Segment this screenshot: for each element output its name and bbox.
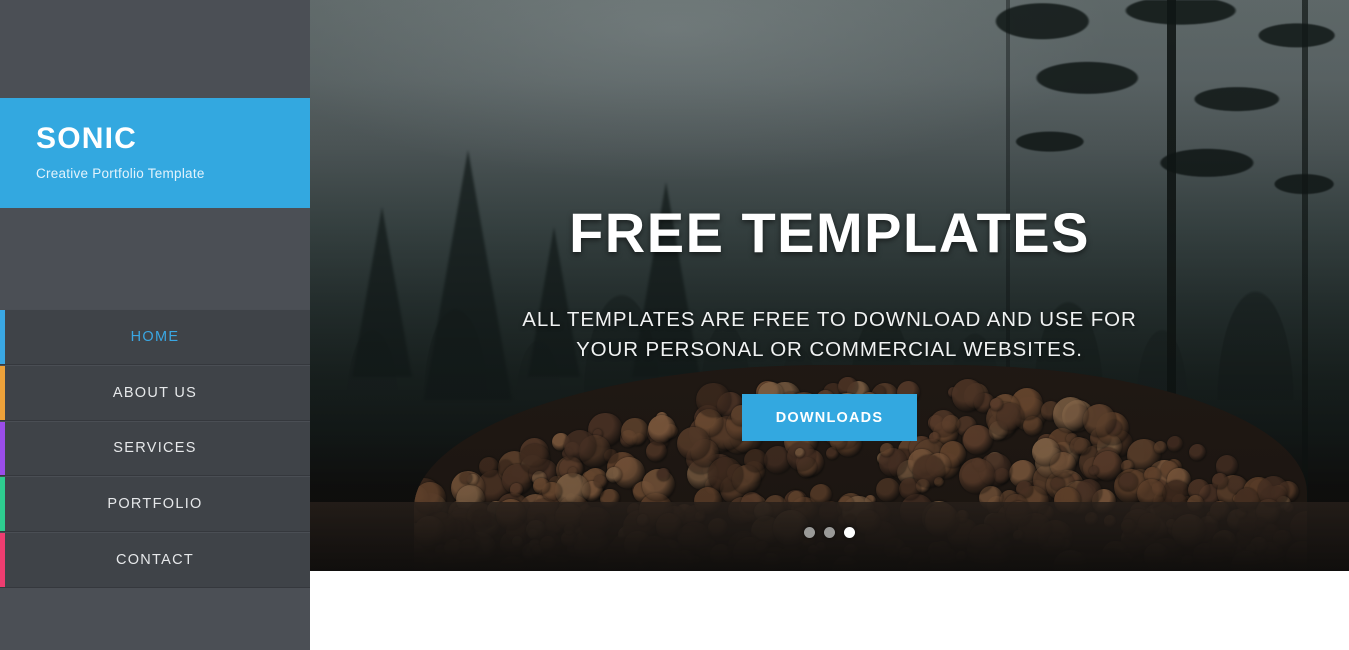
slider-dots bbox=[310, 527, 1349, 538]
sidebar-item-label: SERVICES bbox=[113, 440, 197, 457]
logo-tagline: Creative Portfolio Template bbox=[36, 166, 205, 181]
hero-subtitle: ALL TEMPLATES ARE FREE TO DOWNLOAD AND U… bbox=[522, 308, 1137, 361]
slider-dot-2[interactable] bbox=[824, 527, 835, 538]
sidebar-item-label: CONTACT bbox=[115, 552, 195, 569]
sidebar-item-contact[interactable]: CONTACT bbox=[0, 532, 310, 588]
sidebar-item-label: PORTFOLIO bbox=[107, 496, 203, 513]
hero-heading: FREE TEMPLATES bbox=[569, 201, 1090, 264]
sidebar-bottom-spacer bbox=[0, 588, 310, 650]
sidebar-item-home[interactable]: HOME bbox=[0, 309, 310, 365]
sidebar-item-label: ABOUT US bbox=[112, 384, 198, 401]
sidebar-spacer bbox=[0, 208, 310, 309]
sidebar-item-label: HOME bbox=[130, 328, 180, 345]
content-section bbox=[310, 571, 1349, 650]
logo-block[interactable]: SONIC Creative Portfolio Template bbox=[0, 98, 310, 208]
sidebar-nav: HOME ABOUT US SERVICES PORTFOLIO CONTACT bbox=[0, 309, 310, 588]
nav-accent-about-us bbox=[0, 365, 5, 420]
sidebar-item-portfolio[interactable]: PORTFOLIO bbox=[0, 476, 310, 533]
slider-dot-3[interactable] bbox=[844, 527, 855, 538]
sidebar: SONIC Creative Portfolio Template HOME A… bbox=[0, 0, 310, 650]
downloads-button[interactable]: DOWNLOADS bbox=[741, 394, 918, 442]
nav-accent-portfolio bbox=[0, 477, 5, 532]
slider-dot-1[interactable] bbox=[804, 527, 815, 538]
sidebar-item-services[interactable]: SERVICES bbox=[0, 420, 310, 477]
hero-banner: FREE TEMPLATES ALL TEMPLATES ARE FREE TO… bbox=[310, 0, 1349, 571]
sidebar-top-spacer bbox=[0, 0, 310, 98]
nav-accent-contact bbox=[0, 533, 5, 587]
nav-accent-services bbox=[0, 421, 5, 476]
logo-title: SONIC bbox=[36, 122, 138, 155]
nav-accent-home bbox=[0, 310, 5, 364]
sidebar-item-about-us[interactable]: ABOUT US bbox=[0, 364, 310, 421]
hero-content: FREE TEMPLATES ALL TEMPLATES ARE FREE TO… bbox=[310, 0, 1349, 571]
